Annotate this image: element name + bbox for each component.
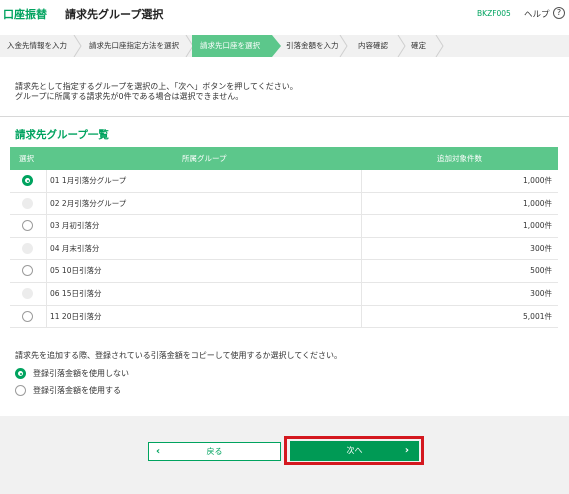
section-title: 請求先グループ一覧 (15, 129, 109, 141)
chevron-right-icon (435, 35, 444, 57)
step-label: 内容確認 (358, 41, 388, 50)
brand-label: 口座振替 (3, 8, 47, 21)
chevron-right-icon: › (404, 445, 409, 456)
table-header: 選択 所属グループ 追加対象件数 (10, 147, 558, 170)
next-button-label: 次へ (346, 446, 363, 455)
step-2: 請求先口座指定方法を選択 (82, 35, 194, 57)
table-row[interactable]: 01 1月引落分グループ 1,000件 (10, 170, 558, 193)
column-divider (46, 305, 47, 328)
copy-option-question: 請求先を追加する際、登録されている引落金額をコピーして使用するか選択してください… (15, 351, 343, 360)
group-count: 300件 (530, 243, 552, 253)
column-divider (361, 170, 362, 192)
column-header-group: 所属グループ (182, 154, 227, 163)
step-3-active: 請求先口座を選択 (192, 35, 272, 57)
table-row[interactable]: 11 20日引落分 5,001件 (10, 305, 558, 329)
column-divider (46, 192, 47, 215)
column-divider (46, 260, 47, 282)
column-divider (361, 192, 362, 215)
radio-button-disabled (22, 242, 33, 254)
column-header-select: 選択 (19, 154, 34, 163)
column-divider (361, 305, 362, 328)
group-name: 04 月末引落分 (50, 243, 100, 253)
back-button[interactable]: ‹ 戻る (148, 442, 281, 461)
group-name: 01 1月引落分グループ (50, 176, 127, 185)
radio-button[interactable] (15, 368, 26, 379)
column-divider (361, 282, 362, 305)
column-divider (46, 237, 47, 260)
column-divider (46, 215, 47, 237)
question-circle-icon[interactable]: ? (553, 7, 565, 19)
table-row: 06 15日引落分 300件 (10, 282, 558, 306)
table-row: 04 月末引落分 300件 (10, 237, 558, 261)
radio-button[interactable] (22, 175, 33, 186)
step-label: 引落金額を入力 (286, 41, 339, 50)
group-name: 05 10日引落分 (50, 266, 102, 276)
group-count: 1,000件 (523, 221, 552, 231)
instruction-line-1: 請求先として指定するグループを選択の上、「次へ」ボタンを押してください。 (15, 82, 298, 91)
column-divider (361, 215, 362, 237)
group-count: 1,000件 (523, 176, 552, 185)
column-divider (46, 282, 47, 305)
group-count: 300件 (530, 288, 552, 298)
back-button-label: 戻る (206, 447, 223, 456)
radio-button[interactable] (22, 310, 33, 322)
radio-button-disabled (22, 197, 33, 209)
table-row: 02 2月引落分グループ 1,000件 (10, 192, 558, 216)
page-title: 請求先グループ選択 (65, 8, 164, 21)
step-label: 確定 (411, 41, 426, 50)
help-link[interactable]: ヘルプ (524, 8, 550, 20)
column-divider (46, 170, 47, 192)
copy-option-label: 登録引落金額を使用しない (33, 369, 129, 378)
table-row[interactable]: 03 月初引落分 1,000件 (10, 215, 558, 238)
group-table: 選択 所属グループ 追加対象件数 01 1月引落分グループ 1,000件 02 … (10, 147, 558, 329)
column-divider (361, 260, 362, 282)
chevron-right-icon (339, 35, 348, 57)
step-1: 入金先情報を入力 (0, 35, 80, 57)
group-name: 02 2月引落分グループ (50, 198, 127, 208)
table-row[interactable]: 05 10日引落分 500件 (10, 260, 558, 283)
radio-button[interactable] (22, 220, 33, 232)
screen-id: BKZF005 (477, 9, 511, 18)
column-header-count: 追加対象件数 (437, 154, 482, 163)
copy-option-label: 登録引落金額を使用する (33, 386, 121, 395)
step-5: 内容確認 (350, 35, 400, 57)
step-indicator: 入金先情報を入力 請求先口座指定方法を選択 請求先口座を選択 引落金額を入力 内… (0, 35, 569, 57)
group-count: 5,001件 (523, 311, 552, 321)
group-name: 11 20日引落分 (50, 311, 102, 321)
column-divider (361, 237, 362, 260)
next-button[interactable]: 次へ › (290, 441, 419, 461)
step-label: 請求先口座を選択 (200, 41, 260, 50)
instruction-text: 請求先として指定するグループを選択の上、「次へ」ボタンを押してください。 グルー… (15, 82, 555, 102)
instruction-line-2: グループに所属する請求先が0件である場合は選択できません。 (15, 92, 244, 101)
radio-button-disabled (22, 287, 33, 299)
table-body: 01 1月引落分グループ 1,000件 02 2月引落分グループ 1,000件 … (10, 170, 558, 329)
radio-button[interactable] (15, 385, 26, 396)
divider (0, 116, 569, 117)
group-count: 500件 (530, 266, 552, 276)
step-label: 入金先情報を入力 (7, 41, 67, 50)
app-header: 口座振替 請求先グループ選択 BKZF005 ヘルプ ? (0, 0, 569, 27)
chevron-right-icon (272, 35, 281, 57)
step-4: 引落金額を入力 (283, 35, 343, 57)
group-name: 06 15日引落分 (50, 288, 102, 298)
radio-button[interactable] (22, 265, 33, 277)
group-count: 1,000件 (523, 198, 552, 208)
group-name: 03 月初引落分 (50, 221, 100, 231)
chevron-right-icon (73, 35, 82, 57)
step-label: 請求先口座指定方法を選択 (89, 41, 179, 50)
